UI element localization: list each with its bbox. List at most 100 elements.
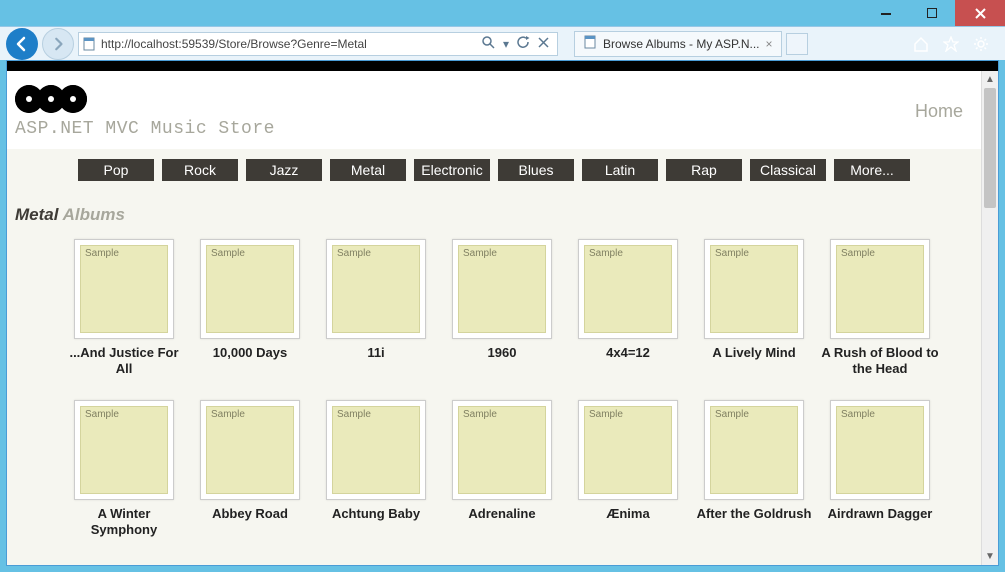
site-title: ASP.NET MVC Music Store (15, 119, 275, 139)
genre-latin[interactable]: Latin (582, 159, 658, 181)
album-item[interactable]: Sample Airdrawn Dagger (817, 400, 943, 539)
genre-electronic[interactable]: Electronic (414, 159, 490, 181)
section-suffix: Albums (63, 205, 125, 224)
genre-rap[interactable]: Rap (666, 159, 742, 181)
album-title: Ænima (606, 506, 649, 522)
album-item[interactable]: Sample A Winter Symphony (61, 400, 187, 539)
sample-label: Sample (715, 409, 749, 420)
search-icon[interactable] (482, 36, 495, 52)
section-title: Metal Albums (15, 205, 973, 225)
album-art: Sample (452, 400, 552, 500)
forward-button[interactable] (42, 28, 74, 60)
album-item[interactable]: Sample ...And Justice For All (61, 239, 187, 378)
album-item[interactable]: Sample A Rush of Blood to the Head (817, 239, 943, 378)
genre-nav: Pop Rock Jazz Metal Electronic Blues Latin Rap C… (7, 149, 981, 189)
album-art: Sample (452, 239, 552, 339)
page-viewport: ASP.NET MVC Music Store Home Pop Rock Jazz… (6, 60, 999, 566)
genre-rock[interactable]: Rock (162, 159, 238, 181)
album-title: Abbey Road (212, 506, 288, 522)
sample-label: Sample (337, 409, 371, 420)
new-tab-button[interactable] (786, 33, 808, 55)
settings-icon[interactable] (971, 34, 991, 54)
album-title: ...And Justice For All (65, 345, 183, 378)
sample-label: Sample (85, 248, 119, 259)
album-art: Sample (326, 239, 426, 339)
back-button[interactable] (6, 28, 38, 60)
sample-label: Sample (463, 248, 497, 259)
stop-icon[interactable] (538, 37, 549, 51)
browser-tab[interactable]: Browse Albums - My ASP.N... × (574, 31, 782, 57)
sample-label: Sample (337, 248, 371, 259)
sample-label: Sample (211, 409, 245, 420)
album-grid: Sample ...And Justice For All Sample 10,000… (15, 239, 973, 560)
album-title: After the Goldrush (697, 506, 812, 522)
album-title: 10,000 Days (213, 345, 287, 361)
refresh-icon[interactable] (517, 36, 530, 52)
home-link[interactable]: Home (915, 85, 973, 122)
maximize-button[interactable] (909, 0, 955, 26)
sample-label: Sample (589, 409, 623, 420)
album-item[interactable]: Sample Abbey Road (187, 400, 313, 539)
home-icon[interactable] (911, 34, 931, 54)
album-art: Sample (704, 239, 804, 339)
vertical-scrollbar[interactable]: ▲ ▼ (981, 71, 998, 565)
page-content: ASP.NET MVC Music Store Home Pop Rock Jazz… (7, 71, 981, 565)
album-item[interactable]: Sample A Lively Mind (691, 239, 817, 378)
album-title: 4x4=12 (606, 345, 650, 361)
album-title: Airdrawn Dagger (828, 506, 933, 522)
genre-classical[interactable]: Classical (750, 159, 826, 181)
window-titlebar (0, 0, 1005, 26)
scroll-thumb[interactable] (984, 88, 996, 208)
brand: ASP.NET MVC Music Store (15, 85, 275, 139)
album-art: Sample (200, 400, 300, 500)
page-top-stripe (7, 61, 998, 71)
tab-favicon (583, 35, 597, 52)
album-title: Achtung Baby (332, 506, 420, 522)
logo[interactable] (15, 85, 275, 113)
dropdown-icon[interactable]: ▾ (503, 37, 509, 51)
scroll-down-icon[interactable]: ▼ (982, 548, 998, 565)
address-bar[interactable]: ▾ (78, 32, 558, 56)
sample-label: Sample (589, 248, 623, 259)
album-title: A Rush of Blood to the Head (821, 345, 939, 378)
album-item[interactable]: Sample Ænima (565, 400, 691, 539)
album-item[interactable]: Sample Adrenaline (439, 400, 565, 539)
favorites-icon[interactable] (941, 34, 961, 54)
album-item[interactable]: Sample 10,000 Days (187, 239, 313, 378)
browser-toolbar: ▾ Browse Albums - My ASP.N... × (0, 26, 1005, 60)
album-item[interactable]: Sample 4x4=12 (565, 239, 691, 378)
album-title: Adrenaline (468, 506, 535, 522)
genre-jazz[interactable]: Jazz (246, 159, 322, 181)
album-art: Sample (578, 239, 678, 339)
genre-more[interactable]: More... (834, 159, 910, 181)
album-title: A Winter Symphony (65, 506, 183, 539)
tab-title: Browse Albums - My ASP.N... (603, 37, 760, 51)
sample-label: Sample (211, 248, 245, 259)
album-item[interactable]: Sample Achtung Baby (313, 400, 439, 539)
album-art: Sample (830, 239, 930, 339)
close-button[interactable] (955, 0, 1005, 26)
scroll-up-icon[interactable]: ▲ (982, 71, 998, 88)
url-input[interactable] (99, 34, 474, 54)
sample-label: Sample (715, 248, 749, 259)
album-art: Sample (74, 400, 174, 500)
sample-label: Sample (463, 409, 497, 420)
album-title: 1960 (488, 345, 517, 361)
genre-blues[interactable]: Blues (498, 159, 574, 181)
album-art: Sample (74, 239, 174, 339)
genre-pop[interactable]: Pop (78, 159, 154, 181)
sample-label: Sample (841, 409, 875, 420)
tab-close-icon[interactable]: × (766, 37, 773, 51)
genre-name: Metal (15, 205, 58, 224)
album-art: Sample (830, 400, 930, 500)
album-item[interactable]: Sample11i (313, 239, 439, 378)
album-art: Sample (704, 400, 804, 500)
album-item[interactable]: Sample 1960 (439, 239, 565, 378)
album-art: Sample (578, 400, 678, 500)
site-header: ASP.NET MVC Music Store Home (7, 71, 981, 149)
album-item[interactable]: Sample After the Goldrush (691, 400, 817, 539)
minimize-button[interactable] (863, 0, 909, 26)
genre-metal[interactable]: Metal (330, 159, 406, 181)
album-title: A Lively Mind (712, 345, 795, 361)
album-art: Sample (200, 239, 300, 339)
